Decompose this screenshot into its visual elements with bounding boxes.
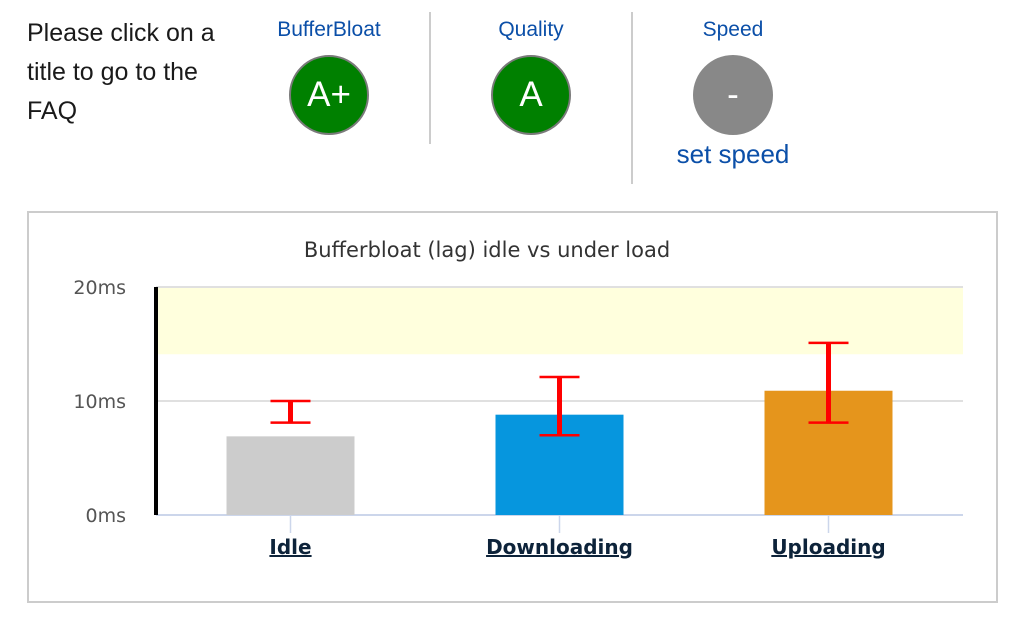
quality-title-link[interactable]: Quality bbox=[431, 18, 631, 42]
bufferbloat-chart-panel: Bufferbloat (lag) idle vs under load 0ms… bbox=[27, 211, 998, 603]
x-tick-label-idle[interactable]: Idle bbox=[269, 535, 311, 559]
bufferbloat-grade: A+ bbox=[307, 75, 351, 114]
bufferbloat-column: BufferBloat A+ bbox=[229, 12, 429, 144]
speed-grade: - bbox=[727, 75, 739, 114]
speed-column: Speed - set speed bbox=[631, 12, 833, 184]
bufferbloat-grade-badge: A+ bbox=[289, 55, 369, 135]
error-bar-idle bbox=[270, 399, 311, 424]
set-speed-link[interactable]: set speed bbox=[633, 139, 833, 170]
bufferbloat-title-link[interactable]: BufferBloat bbox=[229, 18, 429, 42]
y-tick-label: 10ms bbox=[73, 391, 126, 413]
quality-column: Quality A bbox=[429, 12, 631, 144]
speed-title-link[interactable]: Speed bbox=[633, 18, 833, 42]
speed-grade-badge: - bbox=[693, 55, 773, 135]
y-tick-label: 0ms bbox=[86, 505, 127, 527]
bar-idle bbox=[226, 436, 355, 515]
chart-title: Bufferbloat (lag) idle vs under load bbox=[304, 238, 670, 262]
quality-grade-badge: A bbox=[491, 55, 571, 135]
faq-instructions: Please click on a title to go to the FAQ bbox=[27, 19, 215, 125]
x-tick-label-downloading[interactable]: Downloading bbox=[486, 535, 633, 559]
y-tick-label: 20ms bbox=[73, 277, 126, 299]
threshold-band bbox=[156, 287, 963, 355]
quality-grade: A bbox=[519, 75, 543, 114]
bufferbloat-chart: Bufferbloat (lag) idle vs under load 0ms… bbox=[73, 238, 963, 559]
x-tick-label-uploading[interactable]: Uploading bbox=[771, 535, 885, 559]
